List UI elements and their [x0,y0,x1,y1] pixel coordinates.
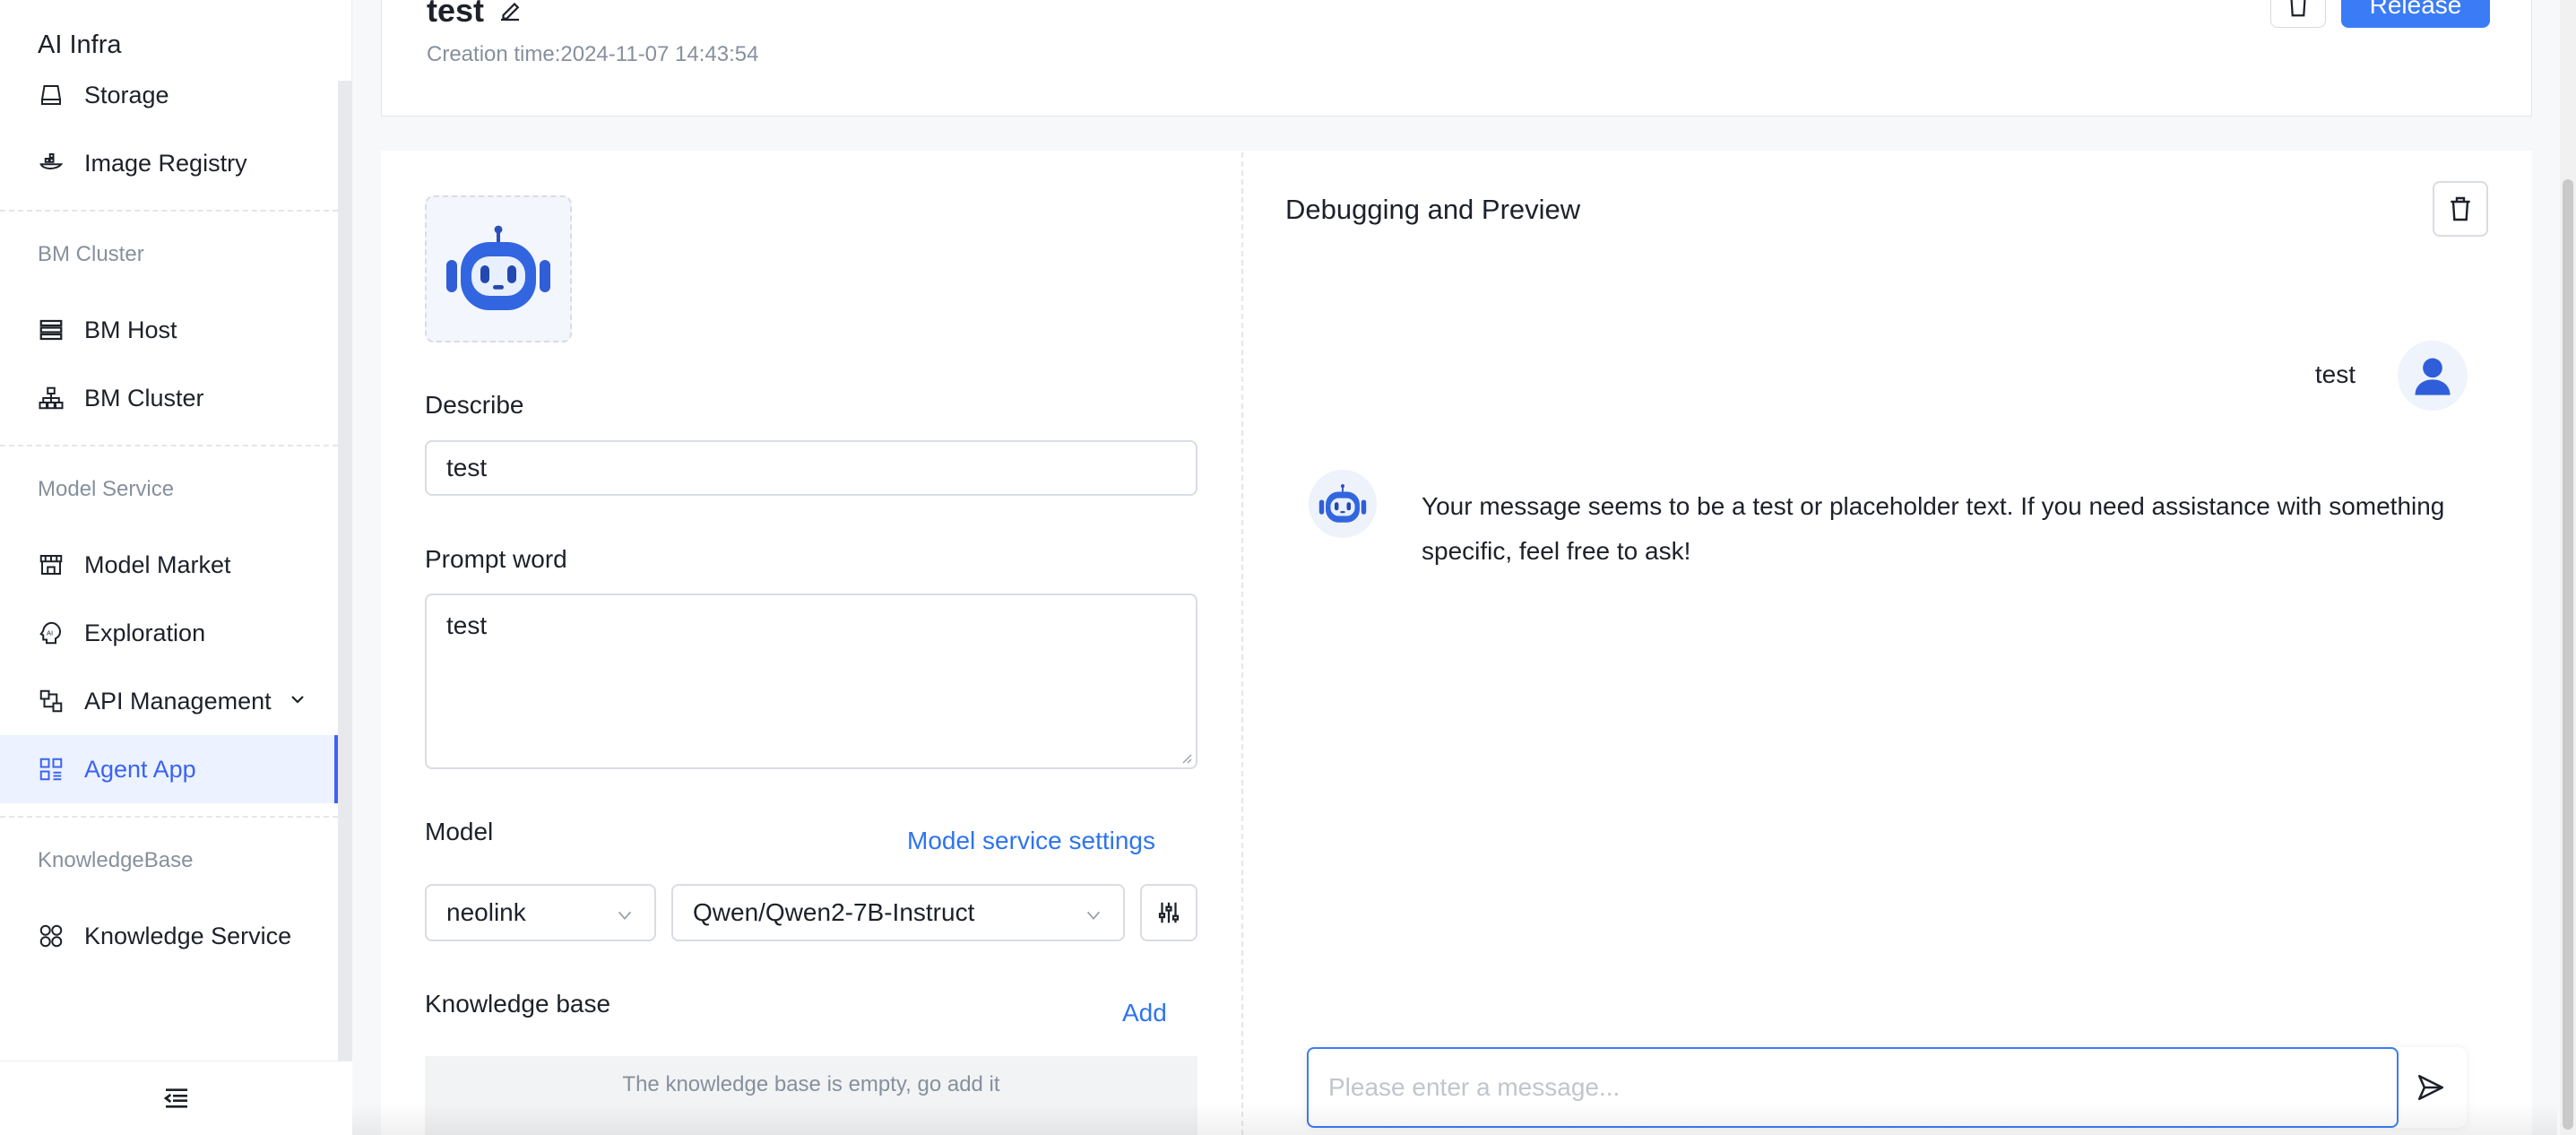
column-divider [1241,152,1243,1135]
describe-label: Describe [425,391,524,419]
robot-icon [1318,484,1367,523]
ai-exploration-icon: AI [38,619,65,646]
user-icon [2415,358,2451,395]
provider-value: neolink [446,898,526,926]
sidebar-item-label: Image Registry [84,149,247,177]
brand-title: AI Infra [38,30,122,59]
clear-chat-button[interactable] [2433,181,2488,237]
chevron-down-icon[interactable] [287,689,308,710]
app-header: test Creation time:2024-11-07 14:43:54 R… [381,0,2532,117]
prompt-label: Prompt word [425,545,567,573]
divider [0,210,338,212]
page-scrollbar[interactable] [2560,0,2576,1135]
sidebar-item-label: Storage [84,81,169,108]
trash-icon [2451,196,2470,221]
agent-app-icon [38,756,65,783]
bm-cluster-icon [38,385,65,412]
group-label-knowledge-base: KnowledgeBase [38,848,194,872]
provider-select[interactable]: neolink [425,884,656,941]
svg-text:AI: AI [47,629,53,637]
sidebar: AI Infra Storage Image Registry BM Clust… [0,0,352,1135]
user-message: test [2314,360,2356,388]
chat-message-input[interactable] [1307,1047,2399,1128]
knowledge-empty-state: The knowledge base is empty, go add it [425,1056,1197,1135]
sidebar-item-api-management[interactable]: API Management [0,667,338,735]
sidebar-item-label: Agent App [84,755,196,783]
prompt-text: test [446,611,488,639]
sidebar-item-label: BM Cluster [84,384,204,412]
sliders-icon [1158,902,1180,923]
add-knowledge-link[interactable]: Add [1122,999,1167,1027]
scrollbar-thumb[interactable] [2563,179,2573,1130]
chat-input-bar [1307,1047,2467,1128]
sidebar-item-label: Exploration [84,619,206,646]
model-select[interactable]: Qwen/Qwen2-7B-Instruct [671,884,1125,941]
knowledge-base-label: Knowledge base [425,990,611,1018]
image-registry-icon [38,150,65,177]
sidebar-item-label: API Management [84,687,272,715]
sidebar-item-knowledge-service[interactable]: Knowledge Service [0,902,338,970]
group-label-bm-cluster: BM Cluster [38,242,144,266]
sidebar-item-bm-host[interactable]: BM Host [0,296,338,364]
divider [0,816,338,818]
sidebar-item-bm-cluster[interactable]: BM Cluster [0,364,338,432]
model-params-button[interactable] [1140,884,1197,941]
sidebar-item-label: BM Host [84,316,177,343]
model-service-settings-link[interactable]: Model service settings [907,827,1155,855]
describe-input[interactable]: test [425,440,1197,496]
sidebar-item-label: Knowledge Service [84,922,292,949]
app-avatar-upload[interactable] [425,195,572,342]
group-label-model-service: Model Service [38,477,175,501]
bm-host-icon [38,316,65,343]
prompt-textarea[interactable]: test [425,593,1197,769]
divider [0,445,338,446]
send-icon [2417,1074,2444,1101]
delete-app-button[interactable] [2270,0,2326,28]
sidebar-item-image-registry[interactable]: Image Registry [0,129,338,197]
debug-title: Debugging and Preview [1285,194,1581,225]
resize-handle-icon[interactable] [1180,751,1192,764]
model-label: Model [425,818,494,845]
release-button[interactable]: Release [2341,0,2490,28]
sidebar-scrollbar[interactable] [338,81,352,1062]
sidebar-item-model-market[interactable]: Model Market [0,531,338,599]
knowledge-service-icon [38,923,65,949]
sidebar-item-label: Model Market [84,550,231,578]
bot-avatar [1309,470,1377,538]
sidebar-item-storage[interactable]: Storage [0,61,338,129]
sidebar-item-agent-app[interactable]: Agent App [0,735,338,803]
send-button[interactable] [2406,1065,2456,1110]
api-management-icon [38,688,65,715]
edit-icon[interactable] [497,0,523,24]
creation-time: Creation time:2024-11-07 14:43:54 [427,42,759,66]
sidebar-item-exploration[interactable]: AI Exploration [0,599,338,667]
storage-icon [38,82,65,108]
trash-icon [2290,0,2306,17]
sidebar-footer [0,1061,352,1135]
robot-icon [446,225,550,310]
collapse-menu-icon[interactable] [162,1084,191,1113]
model-market-icon [38,551,65,578]
chevron-down-icon [618,911,632,921]
user-avatar [2398,341,2468,411]
bot-message: Your message seems to be a test or place… [1422,492,2445,565]
model-value: Qwen/Qwen2-7B-Instruct [693,898,975,926]
app-title: test [427,0,485,29]
chevron-down-icon [1086,911,1101,921]
